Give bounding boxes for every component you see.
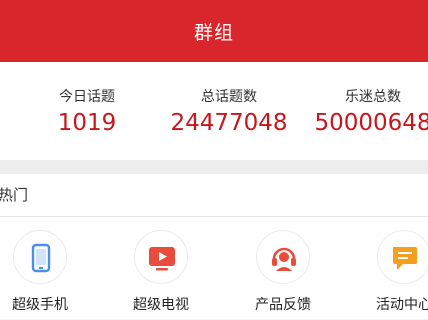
icon-circle: [134, 230, 188, 284]
section-spacer: [0, 160, 428, 174]
hot-item-label: 产品反馈: [255, 297, 311, 313]
hot-item-product-feedback[interactable]: 产品反馈: [243, 230, 323, 320]
hot-item-label: 活动中心: [376, 297, 428, 313]
hot-item-activity-center[interactable]: 活动中心: [364, 230, 428, 320]
hot-item-label: 超级手机: [12, 297, 68, 313]
icon-circle: [13, 230, 67, 284]
page-title: 群组: [193, 21, 234, 44]
hot-item-super-tv[interactable]: 超级电视: [121, 230, 201, 320]
hot-section: 热门 超级手机 超级电视 产品反馈 活动中心: [0, 174, 428, 319]
hot-item-super-phone[interactable]: 超级手机: [0, 230, 80, 320]
headset-icon: [272, 247, 296, 271]
phone-icon: [31, 243, 51, 273]
section-title-hot: 热门: [0, 186, 29, 204]
stat-value: 50000648: [314, 110, 428, 136]
stat-label: 今日话题: [59, 89, 115, 105]
stats-panel: 今日话题 1019 总话题数 24477048 乐迷总数 50000648: [0, 62, 428, 160]
tv-icon: [149, 247, 175, 271]
icon-circle: [377, 230, 428, 284]
stat-label: 乐迷总数: [345, 89, 401, 105]
icon-circle: [256, 230, 310, 284]
stat-label: 总话题数: [201, 89, 257, 105]
stat-value: 1019: [57, 110, 117, 136]
divider: [0, 216, 428, 217]
app-header: 群组: [0, 0, 428, 62]
hot-item-label: 超级电视: [133, 297, 189, 313]
stat-value: 24477048: [170, 110, 288, 136]
chat-bubble-icon: [393, 247, 417, 270]
